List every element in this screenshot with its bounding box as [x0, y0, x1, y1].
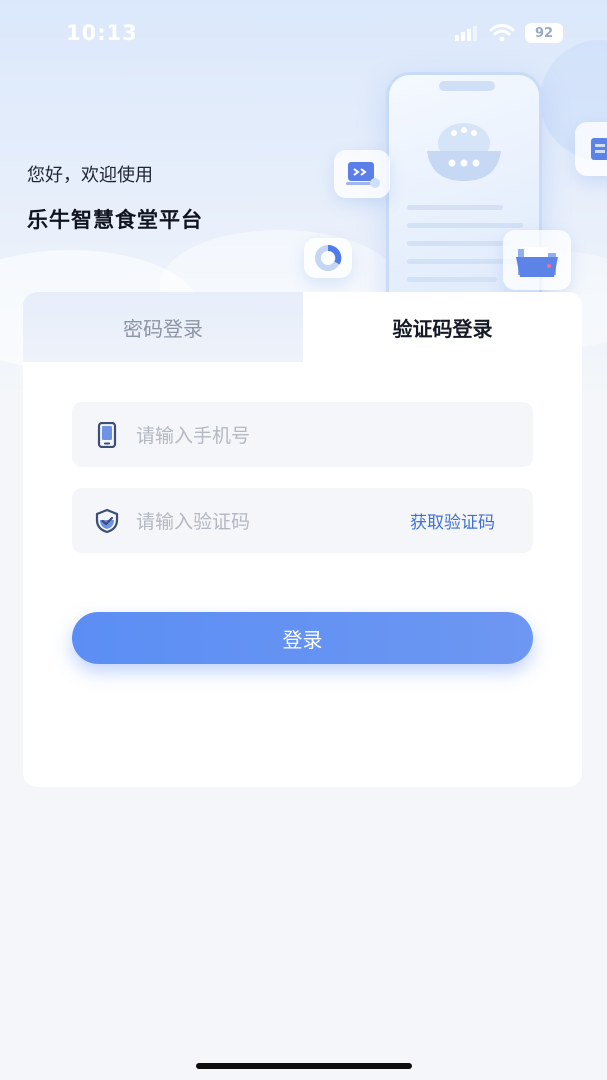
status-time: 10:13	[66, 21, 138, 45]
code-field[interactable]: 请输入验证码 获取验证码	[72, 488, 533, 553]
phone-field[interactable]: 请输入手机号	[72, 402, 533, 467]
cellular-signal-icon	[455, 26, 477, 41]
tab-password-login[interactable]: 密码登录	[23, 292, 303, 362]
status-bar: 10:13 92	[0, 0, 607, 66]
login-tabs: 密码登录 验证码登录	[23, 292, 582, 362]
battery-indicator: 92	[525, 23, 563, 43]
phone-icon	[94, 421, 120, 448]
document-icon	[575, 122, 607, 176]
code-input[interactable]: 请输入验证码	[136, 507, 410, 534]
folder-icon	[503, 230, 571, 290]
home-indicator	[196, 1063, 412, 1069]
platform-title: 乐牛智慧食堂平台	[27, 208, 203, 232]
tab-code-login[interactable]: 验证码登录	[303, 292, 582, 362]
get-code-button[interactable]: 获取验证码	[410, 508, 495, 533]
shield-check-icon	[94, 508, 120, 534]
phone-input[interactable]: 请输入手机号	[136, 421, 533, 448]
wifi-icon	[489, 24, 515, 42]
bowl-icon	[427, 123, 501, 181]
laptop-icon	[334, 150, 390, 198]
login-card: 密码登录 验证码登录 请输入手机号 请输入验证码 获取验证码 登录	[23, 292, 582, 787]
donut-chart-icon	[304, 238, 352, 278]
greeting-text: 您好，欢迎使用	[27, 165, 153, 186]
login-button[interactable]: 登录	[72, 612, 533, 664]
